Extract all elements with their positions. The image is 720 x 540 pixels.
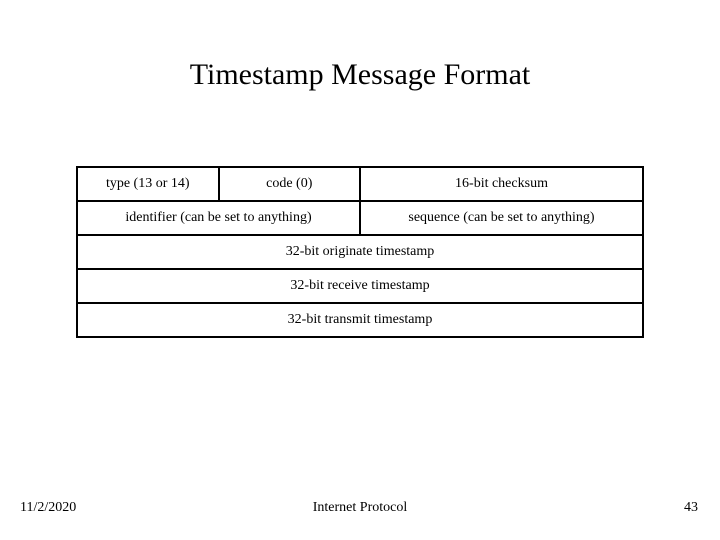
message-format-table: type (13 or 14) code (0) 16-bit checksum… [76, 166, 644, 338]
field-originate-timestamp: 32-bit originate timestamp [77, 235, 643, 269]
footer-page-number: 43 [684, 500, 698, 516]
table-row: type (13 or 14) code (0) 16-bit checksum [77, 167, 643, 201]
field-checksum: 16-bit checksum [360, 167, 643, 201]
field-sequence: sequence (can be set to anything) [360, 201, 643, 235]
table-row: 32-bit transmit timestamp [77, 303, 643, 337]
table-row: identifier (can be set to anything) sequ… [77, 201, 643, 235]
slide-title: Timestamp Message Format [0, 58, 720, 92]
field-identifier: identifier (can be set to anything) [77, 201, 360, 235]
field-transmit-timestamp: 32-bit transmit timestamp [77, 303, 643, 337]
slide-footer: 11/2/2020 Internet Protocol 43 [0, 496, 720, 516]
field-type: type (13 or 14) [77, 167, 219, 201]
slide: Timestamp Message Format type (13 or 14)… [0, 0, 720, 540]
footer-subject: Internet Protocol [0, 500, 720, 516]
field-code: code (0) [219, 167, 361, 201]
table-row: 32-bit receive timestamp [77, 269, 643, 303]
field-receive-timestamp: 32-bit receive timestamp [77, 269, 643, 303]
table-row: 32-bit originate timestamp [77, 235, 643, 269]
